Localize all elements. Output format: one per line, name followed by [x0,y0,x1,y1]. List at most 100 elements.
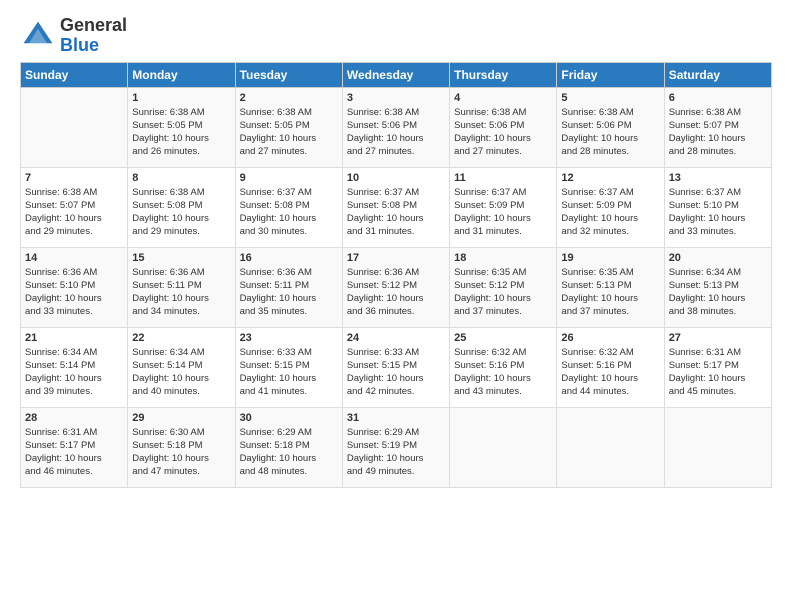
day-number: 30 [240,412,338,424]
day-number: 19 [561,252,659,264]
header-day-saturday: Saturday [664,62,771,87]
page: General Blue SundayMondayTuesdayWednesda… [0,0,792,498]
day-number: 9 [240,172,338,184]
day-number: 26 [561,332,659,344]
day-info: Sunrise: 6:38 AM Sunset: 5:05 PM Dayligh… [132,106,230,159]
day-info: Sunrise: 6:38 AM Sunset: 5:07 PM Dayligh… [669,106,767,159]
day-number: 1 [132,92,230,104]
calendar-cell: 21 Sunrise: 6:34 AM Sunset: 5:14 PM Dayli… [21,327,128,407]
day-number: 28 [25,412,123,424]
logo-icon [20,18,56,54]
calendar-cell: 2 Sunrise: 6:38 AM Sunset: 5:05 PM Daylig… [235,87,342,167]
day-info: Sunrise: 6:38 AM Sunset: 5:08 PM Dayligh… [132,186,230,239]
day-info: Sunrise: 6:37 AM Sunset: 5:08 PM Dayligh… [240,186,338,239]
day-info: Sunrise: 6:38 AM Sunset: 5:06 PM Dayligh… [347,106,445,159]
calendar-cell: 12Sunrise: 6:37 AM Sunset: 5:09 PM Dayli… [557,167,664,247]
day-number: 8 [132,172,230,184]
week-row-2: 14Sunrise: 6:36 AM Sunset: 5:10 PM Dayli… [21,247,772,327]
day-info: Sunrise: 6:34 AM Sunset: 5:14 PM Dayligh… [25,346,123,399]
day-info: Sunrise: 6:36 AM Sunset: 5:12 PM Dayligh… [347,266,445,319]
week-row-4: 28 Sunrise: 6:31 AM Sunset: 5:17 PM Dayli… [21,407,772,487]
day-info: Sunrise: 6:34 AM Sunset: 5:13 PM Dayligh… [669,266,767,319]
calendar-cell: 10 Sunrise: 6:37 AM Sunset: 5:08 PM Dayli… [342,167,449,247]
header-day-tuesday: Tuesday [235,62,342,87]
day-number: 17 [347,252,445,264]
calendar-body: 1 Sunrise: 6:38 AM Sunset: 5:05 PM Daylig… [21,87,772,487]
day-info: Sunrise: 6:38 AM Sunset: 5:07 PM Dayligh… [25,186,123,239]
day-number: 16 [240,252,338,264]
day-info: Sunrise: 6:37 AM Sunset: 5:10 PM Dayligh… [669,186,767,239]
header-day-sunday: Sunday [21,62,128,87]
day-number: 11 [454,172,552,184]
calendar-cell: 20 Sunrise: 6:34 AM Sunset: 5:13 PM Dayli… [664,247,771,327]
day-number: 31 [347,412,445,424]
day-number: 2 [240,92,338,104]
calendar-cell [664,407,771,487]
week-row-3: 21 Sunrise: 6:34 AM Sunset: 5:14 PM Dayli… [21,327,772,407]
calendar-cell: 28 Sunrise: 6:31 AM Sunset: 5:17 PM Dayli… [21,407,128,487]
calendar-cell: 26Sunrise: 6:32 AM Sunset: 5:16 PM Dayli… [557,327,664,407]
calendar-cell: 22 Sunrise: 6:34 AM Sunset: 5:14 PM Dayli… [128,327,235,407]
day-info: Sunrise: 6:33 AM Sunset: 5:15 PM Dayligh… [347,346,445,399]
calendar-cell: 8 Sunrise: 6:38 AM Sunset: 5:08 PM Daylig… [128,167,235,247]
calendar-cell [557,407,664,487]
week-row-1: 7 Sunrise: 6:38 AM Sunset: 5:07 PM Daylig… [21,167,772,247]
day-number: 21 [25,332,123,344]
day-number: 24 [347,332,445,344]
day-number: 25 [454,332,552,344]
day-number: 10 [347,172,445,184]
day-number: 23 [240,332,338,344]
calendar-cell: 6Sunrise: 6:38 AM Sunset: 5:07 PM Daylig… [664,87,771,167]
calendar-cell: 25 Sunrise: 6:32 AM Sunset: 5:16 PM Dayli… [450,327,557,407]
day-info: Sunrise: 6:38 AM Sunset: 5:06 PM Dayligh… [454,106,552,159]
day-info: Sunrise: 6:37 AM Sunset: 5:09 PM Dayligh… [561,186,659,239]
calendar-cell [21,87,128,167]
day-number: 22 [132,332,230,344]
calendar-cell: 24 Sunrise: 6:33 AM Sunset: 5:15 PM Dayli… [342,327,449,407]
calendar-cell: 9 Sunrise: 6:37 AM Sunset: 5:08 PM Daylig… [235,167,342,247]
calendar-cell: 19 Sunrise: 6:35 AM Sunset: 5:13 PM Dayli… [557,247,664,327]
day-info: Sunrise: 6:35 AM Sunset: 5:12 PM Dayligh… [454,266,552,319]
day-info: Sunrise: 6:29 AM Sunset: 5:18 PM Dayligh… [240,426,338,479]
calendar-cell: 11 Sunrise: 6:37 AM Sunset: 5:09 PM Dayli… [450,167,557,247]
logo-text: General Blue [60,16,127,56]
week-row-0: 1 Sunrise: 6:38 AM Sunset: 5:05 PM Daylig… [21,87,772,167]
day-info: Sunrise: 6:32 AM Sunset: 5:16 PM Dayligh… [454,346,552,399]
day-number: 29 [132,412,230,424]
calendar-cell: 31Sunrise: 6:29 AM Sunset: 5:19 PM Dayli… [342,407,449,487]
calendar-cell: 14Sunrise: 6:36 AM Sunset: 5:10 PM Dayli… [21,247,128,327]
day-info: Sunrise: 6:31 AM Sunset: 5:17 PM Dayligh… [25,426,123,479]
day-info: Sunrise: 6:33 AM Sunset: 5:15 PM Dayligh… [240,346,338,399]
day-number: 14 [25,252,123,264]
day-number: 20 [669,252,767,264]
header-day-wednesday: Wednesday [342,62,449,87]
day-info: Sunrise: 6:31 AM Sunset: 5:17 PM Dayligh… [669,346,767,399]
day-number: 3 [347,92,445,104]
calendar-cell: 5Sunrise: 6:38 AM Sunset: 5:06 PM Daylig… [557,87,664,167]
day-number: 5 [561,92,659,104]
day-number: 7 [25,172,123,184]
calendar-header-row: SundayMondayTuesdayWednesdayThursdayFrid… [21,62,772,87]
day-info: Sunrise: 6:37 AM Sunset: 5:08 PM Dayligh… [347,186,445,239]
logo: General Blue [20,16,127,56]
day-info: Sunrise: 6:35 AM Sunset: 5:13 PM Dayligh… [561,266,659,319]
day-number: 27 [669,332,767,344]
day-info: Sunrise: 6:38 AM Sunset: 5:05 PM Dayligh… [240,106,338,159]
calendar-cell: 30 Sunrise: 6:29 AM Sunset: 5:18 PM Dayli… [235,407,342,487]
calendar-cell: 15 Sunrise: 6:36 AM Sunset: 5:11 PM Dayli… [128,247,235,327]
day-number: 18 [454,252,552,264]
day-info: Sunrise: 6:34 AM Sunset: 5:14 PM Dayligh… [132,346,230,399]
calendar-cell: 16 Sunrise: 6:36 AM Sunset: 5:11 PM Dayli… [235,247,342,327]
day-info: Sunrise: 6:37 AM Sunset: 5:09 PM Dayligh… [454,186,552,239]
day-number: 13 [669,172,767,184]
calendar-cell: 23 Sunrise: 6:33 AM Sunset: 5:15 PM Dayli… [235,327,342,407]
calendar-cell: 3 Sunrise: 6:38 AM Sunset: 5:06 PM Daylig… [342,87,449,167]
day-info: Sunrise: 6:36 AM Sunset: 5:11 PM Dayligh… [132,266,230,319]
day-number: 15 [132,252,230,264]
calendar-cell: 13 Sunrise: 6:37 AM Sunset: 5:10 PM Dayli… [664,167,771,247]
calendar-table: SundayMondayTuesdayWednesdayThursdayFrid… [20,62,772,488]
calendar-cell: 7 Sunrise: 6:38 AM Sunset: 5:07 PM Daylig… [21,167,128,247]
calendar-cell: 29Sunrise: 6:30 AM Sunset: 5:18 PM Dayli… [128,407,235,487]
day-info: Sunrise: 6:36 AM Sunset: 5:11 PM Dayligh… [240,266,338,319]
calendar-cell: 4Sunrise: 6:38 AM Sunset: 5:06 PM Daylig… [450,87,557,167]
